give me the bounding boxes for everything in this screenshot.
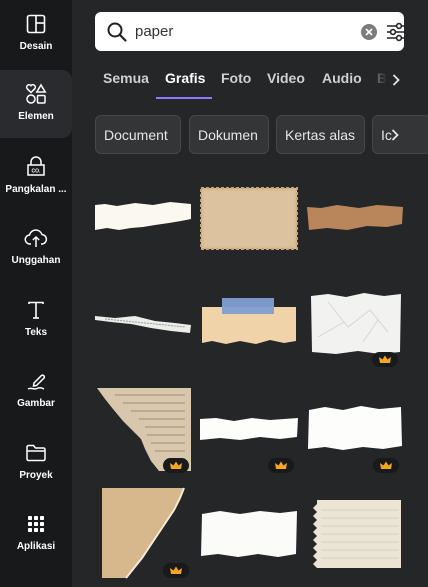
sidebar-item-label: Desain bbox=[19, 41, 53, 52]
sidebar-item-gambar[interactable]: Gambar bbox=[0, 357, 72, 421]
crown-icon bbox=[379, 355, 391, 363]
sidebar-item-label: Proyek bbox=[19, 470, 53, 481]
crown-icon bbox=[170, 566, 182, 574]
suggestion-chips: Document Dokumen Kertas alas Ic bbox=[72, 114, 428, 156]
sidebar-item-proyek[interactable]: Proyek bbox=[0, 429, 72, 493]
category-tabs: Semua Grafis Foto Video Audio B bbox=[72, 60, 428, 100]
close-icon bbox=[365, 28, 373, 36]
tab-grafis[interactable]: Grafis bbox=[165, 70, 205, 86]
crown-icon bbox=[275, 461, 287, 469]
white-torn-band[interactable] bbox=[200, 415, 298, 443]
sidebar-item-elemen[interactable]: Elemen bbox=[0, 70, 72, 138]
sidebar-item-label: Elemen bbox=[18, 111, 54, 122]
sidebar: Desain Elemen CO. Pangkalan ... Unggahan… bbox=[0, 0, 72, 587]
brown-kraft-strip[interactable] bbox=[307, 200, 403, 235]
sliders-icon bbox=[387, 22, 405, 42]
sidebar-item-label: Unggahan bbox=[11, 255, 61, 266]
premium-crown-badge bbox=[372, 352, 398, 367]
chip-dokumen[interactable]: Dokumen bbox=[189, 115, 269, 154]
search-bar bbox=[95, 12, 407, 51]
sidebar-item-pangkalan[interactable]: CO. Pangkalan ... bbox=[0, 143, 72, 207]
crumpled-white-paper[interactable] bbox=[308, 292, 403, 356]
premium-crown-badge bbox=[373, 458, 399, 473]
sidebar-item-label: Pangkalan ... bbox=[5, 184, 67, 195]
clear-search-button[interactable] bbox=[361, 24, 377, 40]
cloud-upload-icon bbox=[24, 226, 48, 250]
svg-text:CO.: CO. bbox=[32, 169, 42, 175]
sidebar-item-label: Gambar bbox=[17, 398, 55, 409]
brand-icon: CO. bbox=[24, 155, 48, 179]
chevron-right-icon bbox=[391, 129, 399, 141]
tab-semua[interactable]: Semua bbox=[103, 70, 149, 86]
apps-icon bbox=[24, 512, 48, 536]
tabs-scroll-right-button[interactable] bbox=[388, 71, 404, 89]
filter-button[interactable] bbox=[385, 21, 407, 48]
stamp-paper[interactable] bbox=[200, 187, 298, 250]
premium-crown-badge bbox=[163, 458, 189, 473]
white-torn-piece[interactable] bbox=[307, 404, 403, 452]
sidebar-item-desain[interactable]: Desain bbox=[0, 0, 72, 64]
white-torn-strip[interactable] bbox=[95, 195, 193, 240]
sidebar-item-unggahan[interactable]: Unggahan bbox=[0, 214, 72, 278]
chips-scroll-right-button[interactable] bbox=[388, 126, 402, 144]
white-ripped-paper[interactable] bbox=[200, 508, 298, 560]
sidebar-item-aplikasi[interactable]: Aplikasi bbox=[0, 500, 72, 564]
search-icon bbox=[106, 21, 128, 48]
lined-notebook-page[interactable] bbox=[309, 498, 403, 570]
draw-icon bbox=[24, 369, 48, 393]
crown-icon bbox=[380, 461, 392, 469]
sidebar-item-label: Teks bbox=[24, 327, 48, 338]
elements-panel: Semua Grafis Foto Video Audio B Document… bbox=[72, 0, 428, 587]
chevron-right-icon bbox=[392, 74, 400, 86]
layout-icon bbox=[24, 12, 48, 36]
text-icon bbox=[24, 298, 48, 322]
folder-icon bbox=[24, 441, 48, 465]
shapes-icon bbox=[24, 82, 48, 106]
taped-paper-note[interactable] bbox=[200, 295, 298, 347]
search-input[interactable] bbox=[135, 20, 335, 42]
crown-icon bbox=[170, 461, 182, 469]
premium-crown-badge bbox=[163, 563, 189, 578]
sidebar-item-teks[interactable]: Teks bbox=[0, 286, 72, 350]
active-tab-indicator bbox=[156, 97, 212, 99]
newspaper-torn-strip[interactable] bbox=[95, 310, 193, 338]
chip-kertas-alas[interactable]: Kertas alas bbox=[276, 115, 365, 154]
tab-audio[interactable]: Audio bbox=[322, 70, 362, 86]
tab-foto[interactable]: Foto bbox=[221, 70, 251, 86]
premium-crown-badge bbox=[268, 458, 294, 473]
sidebar-item-label: Aplikasi bbox=[16, 541, 56, 552]
chip-document[interactable]: Document bbox=[95, 115, 181, 154]
tab-video[interactable]: Video bbox=[267, 70, 305, 86]
